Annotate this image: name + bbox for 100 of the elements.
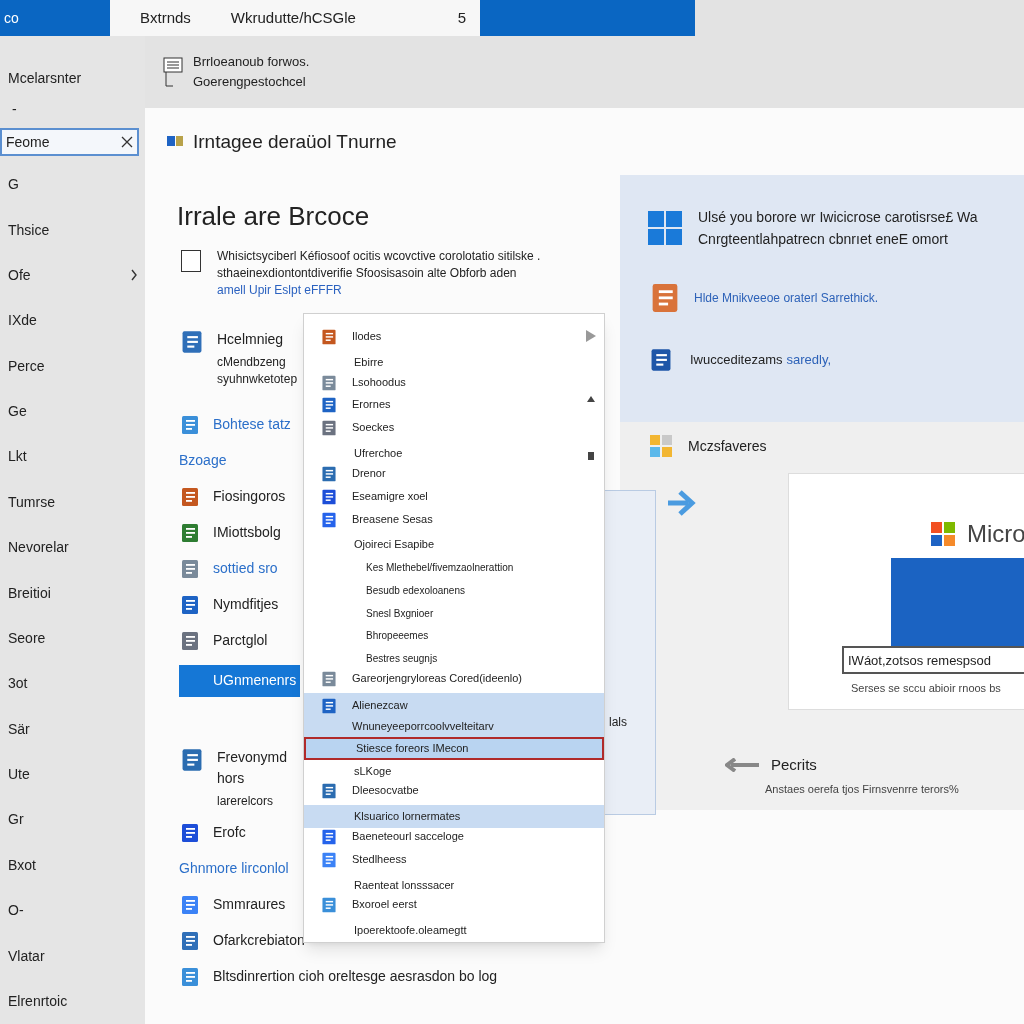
menu-item[interactable]: Breasene Sesas [304, 510, 604, 534]
list-item-description: cMendbzeng syuhnwketotep [217, 353, 299, 388]
sidebar-item[interactable]: Perce [8, 355, 45, 377]
sidebar-item[interactable]: 3ot [8, 673, 28, 695]
document-icon [179, 629, 201, 652]
four-squares-logo-icon [931, 522, 955, 546]
menu-item[interactable]: Raenteat lonsssacer [304, 873, 604, 897]
menu-item[interactable]: Klsuarico lornermates [304, 805, 604, 828]
list-item[interactable]: Nymdfitjes [213, 594, 279, 615]
list-item[interactable]: Ofarkcrebiaton [213, 930, 305, 951]
sidebar-item[interactable]: Ute [8, 764, 30, 786]
menu-item[interactable]: Besudb edexoloanens [304, 578, 604, 602]
menu-item[interactable]: Ufrerchoe [304, 442, 604, 465]
list-link[interactable]: Bohtese tatz [213, 414, 291, 435]
list-item-title: Frevonymd hors [217, 747, 289, 788]
sidebar-item[interactable]: Ofe [8, 264, 31, 286]
info-text: Ulsé you borore wr Iwicicrose carotisrse£ Wa [698, 208, 978, 227]
document-icon [179, 593, 201, 616]
document-icon [320, 896, 338, 915]
sidebar-item[interactable]: Nevorelar [8, 537, 69, 559]
list-item[interactable]: Bltsdinrertion cioh oreltesge aesrasdon bo log [213, 966, 498, 987]
menu-item[interactable]: Bxoroel eerst [304, 896, 604, 920]
sidebar-item[interactable]: Vlatar [8, 945, 45, 967]
menu-item[interactable]: Bhropeeemes [304, 624, 604, 648]
menu-item[interactable]: Bestres seugnjs [304, 647, 604, 671]
menu-item[interactable]: Ebirre [304, 350, 604, 374]
checkbox[interactable] [181, 249, 201, 272]
sidebar-item[interactable]: Bxot [8, 854, 36, 876]
tab-subtitle: Wkrudutte/hCSGle [230, 7, 356, 28]
list-item[interactable]: Smmraures [213, 894, 286, 915]
info-text: Iwucceditezams [690, 351, 783, 370]
window-tab[interactable]: Bxtrnds Wkrudutte/hCSGle 5 [110, 0, 480, 36]
menu-item[interactable]: sLKoge [304, 759, 604, 783]
panel-text: lals [608, 714, 628, 731]
menu-item[interactable]: Eseamigre xoel [304, 487, 604, 511]
close-icon[interactable] [121, 136, 133, 148]
sidebar-item[interactable]: Elrenrtoic [8, 990, 68, 1012]
document-icon [179, 413, 201, 436]
arrow-left-icon [725, 758, 759, 773]
document-icon [320, 419, 338, 438]
menu-item[interactable]: Baeneteourl sacceloge [304, 827, 604, 851]
sidebar-title: Mcelarsnter [7, 69, 83, 88]
sidebar-item[interactable]: O- [8, 900, 24, 922]
toolbar-text: Brrloeanoub forwos. [193, 53, 310, 71]
search-field[interactable]: Feome [0, 128, 139, 156]
brand-name: Micro [967, 519, 1024, 549]
tab-title: Bxtrnds [140, 7, 191, 28]
primary-button[interactable]: UGnmenenrs [179, 664, 300, 697]
document-icon [179, 485, 201, 508]
menu-item[interactable]: Ipoerektoofe.oleamegtt [304, 919, 604, 942]
info-link[interactable]: saredly, [786, 350, 832, 370]
menu-item[interactable]: Dleesocvatbe [304, 782, 604, 806]
sidebar-item[interactable]: Sär [8, 718, 30, 740]
list-item-description: larerelcors [217, 792, 274, 810]
list-link[interactable]: Bzoage [179, 450, 227, 471]
sidebar-item[interactable]: Gr [8, 809, 24, 831]
info-link[interactable]: Hlde Mnikveeoe oraterl Sarrethick. [694, 289, 879, 307]
menu-item[interactable]: Soeckes [304, 419, 604, 443]
document-icon [320, 670, 338, 689]
list-link[interactable]: Ghnmore lirconlol [179, 858, 289, 879]
back-label[interactable]: Pecrits [771, 754, 817, 777]
menu-item[interactable]: Stiesce foreors IMecon [304, 736, 604, 760]
menu-item[interactable]: Alienezcaw Wnuneyeeporrcoolvvelteitarv [304, 693, 604, 737]
list-item[interactable]: Fiosingoros [213, 486, 286, 507]
menu-item[interactable]: Stedlheess [304, 850, 604, 874]
sidebar-item[interactable]: IXde [8, 310, 37, 332]
sidebar-item[interactable]: Ge [8, 401, 27, 423]
text-input[interactable]: IWáot,zotsos remespsod [842, 646, 1024, 674]
sidebar-item[interactable]: Tumrse [8, 491, 55, 513]
sidebar-item[interactable]: G [8, 174, 19, 196]
info-text: Cnrgteentlahpatrecn cbnrıet eneE omort [698, 230, 949, 249]
list-item[interactable]: Parctglol [213, 630, 268, 651]
list-item[interactable]: Erofc [213, 822, 246, 843]
menu-item[interactable]: Kes Mlethebel/fivemzaolnerattion [304, 556, 604, 579]
list-item[interactable]: IMiottsbolg [213, 522, 281, 543]
menu-item[interactable]: Gareorjengryloreas Cored(ideenlo) [304, 670, 604, 693]
arrow-right-icon [666, 488, 698, 518]
menu-item[interactable]: Ilodes [304, 328, 604, 351]
document-icon [179, 965, 201, 988]
notice-link[interactable]: amell Upir Eslpt eFFFR [217, 282, 342, 297]
list-row[interactable]: Mczsfaveres [620, 422, 1024, 470]
document-icon [320, 510, 338, 529]
sidebar-item[interactable]: Breitioi [8, 582, 51, 604]
menu-item[interactable]: Erornes [304, 396, 604, 420]
menu-item[interactable]: Drenor [304, 464, 604, 488]
four-squares-logo-icon [650, 435, 672, 457]
list-link[interactable]: sottied sro [213, 558, 278, 579]
sidebar-item[interactable]: Lkt [8, 446, 27, 468]
menu-item[interactable]: Lsohoodus [304, 373, 604, 397]
document-icon [179, 521, 201, 544]
sidebar-item[interactable]: Thsice [8, 219, 50, 241]
document-icon [320, 782, 338, 801]
menu-item[interactable]: Ojoireci Esapibe [304, 533, 604, 557]
sidebar-subtitle: - [11, 100, 18, 119]
app-label: co [4, 8, 19, 28]
document-icon [320, 827, 338, 846]
menu-item[interactable]: Snesl Bxgnioer [304, 601, 604, 625]
document-icon [320, 396, 338, 415]
section-heading: Irrale are Brcoce [177, 199, 371, 233]
sidebar-item[interactable]: Seore [8, 627, 46, 649]
